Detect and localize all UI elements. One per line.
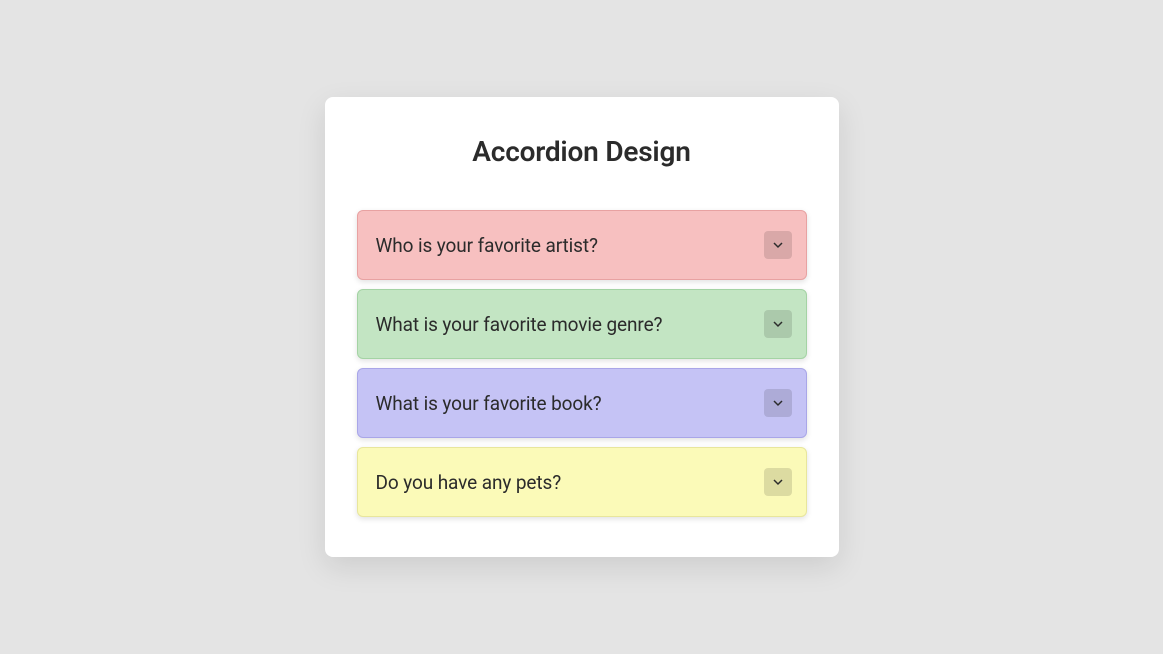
accordion-item-artist[interactable]: Who is your favorite artist? <box>357 210 807 280</box>
chevron-down-icon <box>770 474 786 490</box>
chevron-down-icon <box>770 395 786 411</box>
expand-button[interactable] <box>764 310 792 338</box>
accordion-item-book[interactable]: What is your favorite book? <box>357 368 807 438</box>
expand-button[interactable] <box>764 231 792 259</box>
expand-button[interactable] <box>764 389 792 417</box>
accordion-label: What is your favorite book? <box>376 392 602 415</box>
accordion-item-pets[interactable]: Do you have any pets? <box>357 447 807 517</box>
accordion-card: Accordion Design Who is your favorite ar… <box>325 97 839 557</box>
expand-button[interactable] <box>764 468 792 496</box>
chevron-down-icon <box>770 237 786 253</box>
chevron-down-icon <box>770 316 786 332</box>
accordion-label: Who is your favorite artist? <box>376 234 598 257</box>
accordion-label: What is your favorite movie genre? <box>376 313 663 336</box>
page-title: Accordion Design <box>357 135 807 168</box>
accordion-label: Do you have any pets? <box>376 471 562 494</box>
accordion-item-movie-genre[interactable]: What is your favorite movie genre? <box>357 289 807 359</box>
